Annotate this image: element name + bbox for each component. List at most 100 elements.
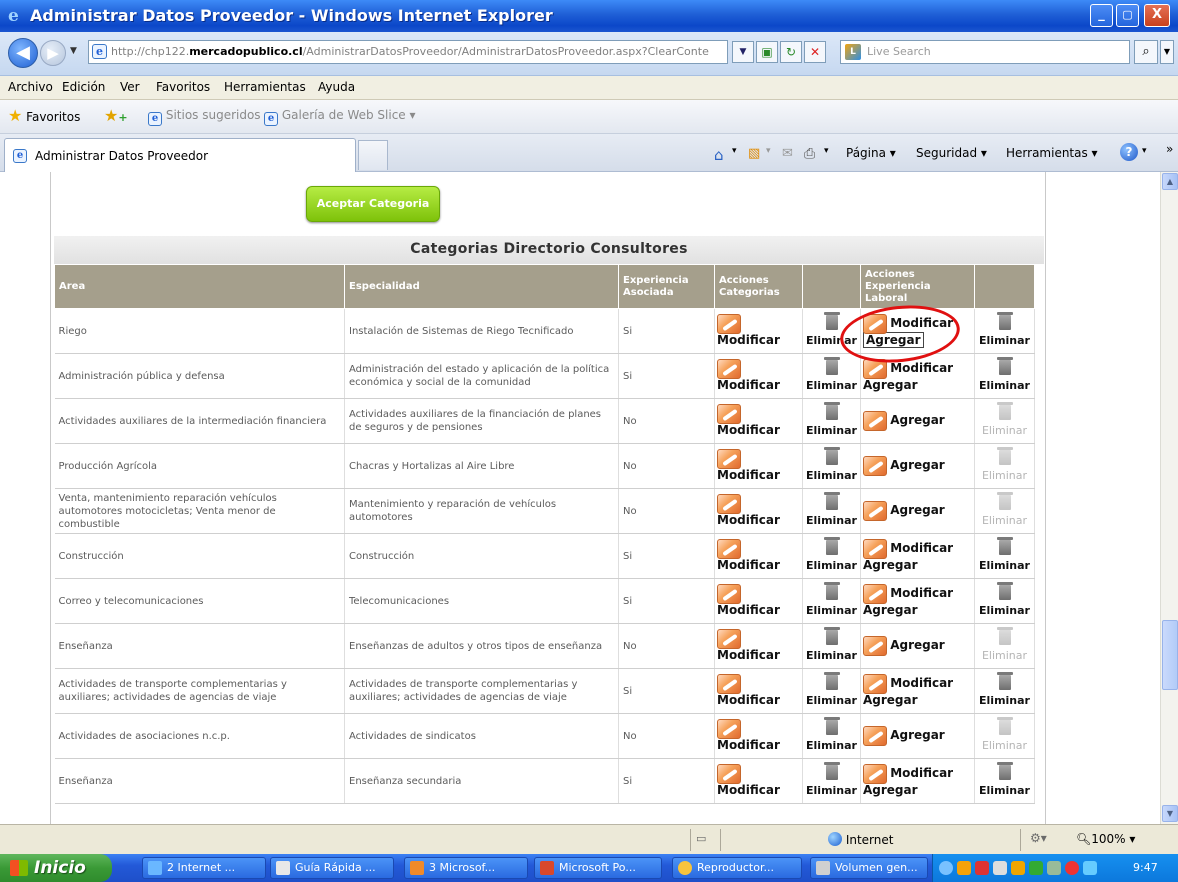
taskbar-item-guia[interactable]: Guía Rápida ... bbox=[270, 857, 394, 879]
taskbar-item-powerpoint[interactable]: Microsoft Po... bbox=[534, 857, 662, 879]
add-experience-button[interactable]: Agregar bbox=[863, 694, 972, 708]
delete-category-button[interactable]: Eliminar bbox=[802, 353, 861, 399]
pagina-menu[interactable]: Página ▾ bbox=[846, 146, 896, 160]
taskbar-item-reproductor[interactable]: Reproductor... bbox=[672, 857, 802, 879]
add-experience-button[interactable]: Agregar bbox=[863, 726, 972, 746]
delete-experience-button[interactable]: Eliminar bbox=[974, 533, 1035, 579]
taskbar-item-internet[interactable]: 2 Internet ... bbox=[142, 857, 266, 879]
modify-experience-button[interactable]: Modificar bbox=[863, 584, 972, 604]
accept-category-button[interactable]: Aceptar Categoria bbox=[306, 186, 440, 222]
back-button[interactable]: ◀ bbox=[8, 38, 38, 68]
delete-category-button[interactable]: Eliminar bbox=[802, 758, 861, 804]
modify-category-button[interactable]: Modificar bbox=[714, 398, 803, 444]
modify-category-button[interactable]: Modificar bbox=[714, 578, 803, 624]
modify-category-button[interactable]: Modificar bbox=[714, 623, 803, 669]
seguridad-menu[interactable]: Seguridad ▾ bbox=[916, 146, 987, 160]
menu-favoritos[interactable]: Favoritos bbox=[156, 80, 210, 94]
modify-category-button[interactable]: Modificar bbox=[714, 488, 803, 534]
tray-status-icon[interactable] bbox=[1029, 861, 1043, 875]
modify-category-button[interactable]: Modificar bbox=[714, 758, 803, 804]
favorites-button[interactable]: ★ Favoritos bbox=[8, 106, 80, 125]
delete-category-button[interactable]: Eliminar bbox=[802, 713, 861, 759]
delete-experience-button[interactable]: Eliminar bbox=[974, 758, 1035, 804]
menu-edicion[interactable]: Edición bbox=[62, 80, 105, 94]
print-dropdown[interactable]: ▾ bbox=[824, 146, 829, 156]
modify-category-button[interactable]: Modificar bbox=[714, 353, 803, 399]
modify-experience-button[interactable]: Modificar bbox=[863, 764, 972, 784]
feeds-icon[interactable]: ▧ bbox=[748, 146, 760, 161]
delete-experience-button[interactable]: Eliminar bbox=[974, 668, 1035, 714]
print-icon[interactable]: ⎙ bbox=[804, 146, 815, 162]
zoom-control[interactable]: 🔍︎100% ▾ bbox=[1076, 832, 1135, 846]
add-experience-button[interactable]: Agregar bbox=[863, 411, 972, 431]
menu-ayuda[interactable]: Ayuda bbox=[318, 80, 355, 94]
close-button[interactable]: X bbox=[1144, 4, 1170, 27]
address-dropdown-button[interactable]: ▼ bbox=[732, 41, 754, 63]
add-experience-button[interactable]: Agregar bbox=[863, 456, 972, 476]
home-icon[interactable]: ⌂ bbox=[714, 146, 724, 164]
modify-category-button[interactable]: Modificar bbox=[714, 713, 803, 759]
delete-experience-button[interactable]: Eliminar bbox=[974, 353, 1035, 399]
delete-category-button[interactable]: Eliminar bbox=[802, 488, 861, 534]
search-icon[interactable]: ⌕ bbox=[1134, 40, 1158, 64]
tray-alert-icon[interactable] bbox=[1065, 861, 1079, 875]
recent-pages-dropdown[interactable]: ▼ bbox=[70, 46, 77, 56]
delete-category-button[interactable]: Eliminar bbox=[802, 578, 861, 624]
scroll-down-arrow[interactable]: ▼ bbox=[1162, 805, 1178, 822]
delete-category-button[interactable]: Eliminar bbox=[802, 668, 861, 714]
home-dropdown[interactable]: ▾ bbox=[732, 146, 737, 156]
tray-monitor-icon[interactable] bbox=[1083, 861, 1097, 875]
tray-volume-icon[interactable] bbox=[1047, 861, 1061, 875]
tab-administrar-datos[interactable]: e Administrar Datos Proveedor bbox=[4, 138, 356, 172]
taskbar-item-microsoft[interactable]: 3 Microsof... bbox=[404, 857, 528, 879]
stop-icon[interactable]: ✕ bbox=[804, 41, 826, 63]
tray-tool-icon[interactable] bbox=[993, 861, 1007, 875]
addon-icon[interactable]: ⚙▾ bbox=[1030, 831, 1047, 845]
delete-experience-button[interactable]: Eliminar bbox=[974, 308, 1035, 354]
taskbar-item-volumen[interactable]: Volumen gen... bbox=[810, 857, 928, 879]
web-slice-gallery-link[interactable]: e Galería de Web Slice ▾ bbox=[264, 108, 416, 126]
chevron-more-icon[interactable]: » bbox=[1166, 142, 1173, 156]
add-experience-button[interactable]: Agregar bbox=[863, 501, 972, 521]
modify-category-button[interactable]: Modificar bbox=[714, 533, 803, 579]
help-dropdown[interactable]: ▾ bbox=[1142, 146, 1147, 156]
feeds-dropdown[interactable]: ▾ bbox=[766, 146, 771, 156]
minimize-button[interactable]: _ bbox=[1090, 4, 1113, 27]
menu-archivo[interactable]: Archivo bbox=[8, 80, 53, 94]
tray-update-icon[interactable] bbox=[1011, 861, 1025, 875]
add-experience-button[interactable]: Agregar bbox=[863, 784, 972, 798]
delete-experience-button[interactable]: Eliminar bbox=[974, 578, 1035, 624]
tray-app-icon[interactable] bbox=[957, 861, 971, 875]
add-experience-button[interactable]: Agregar bbox=[863, 379, 972, 393]
add-experience-button[interactable]: Agregar bbox=[863, 559, 972, 573]
start-button[interactable]: Inicio bbox=[0, 854, 112, 882]
scroll-thumb[interactable] bbox=[1162, 620, 1178, 690]
menu-herramientas[interactable]: Herramientas bbox=[224, 80, 306, 94]
modify-category-button[interactable]: Modificar bbox=[714, 308, 803, 354]
delete-category-button[interactable]: Eliminar bbox=[802, 398, 861, 444]
add-favorite-icon[interactable]: ★+ bbox=[104, 106, 128, 125]
forward-button[interactable]: ▶ bbox=[40, 40, 66, 66]
vertical-scrollbar[interactable]: ▲ ▼ bbox=[1160, 172, 1178, 824]
modify-category-button[interactable]: Modificar bbox=[714, 443, 803, 489]
tray-network-icon[interactable] bbox=[939, 861, 953, 875]
mail-icon[interactable]: ✉ bbox=[782, 146, 793, 161]
suggested-sites-link[interactable]: e Sitios sugeridos ▾ bbox=[148, 108, 270, 126]
tray-shield-icon[interactable] bbox=[975, 861, 989, 875]
add-experience-button[interactable]: Agregar bbox=[863, 604, 972, 618]
new-tab-button[interactable] bbox=[358, 140, 388, 170]
modify-experience-button[interactable]: Modificar bbox=[863, 674, 972, 694]
help-icon[interactable]: ? bbox=[1120, 143, 1138, 161]
menu-ver[interactable]: Ver bbox=[120, 80, 140, 94]
herramientas-menu[interactable]: Herramientas ▾ bbox=[1006, 146, 1098, 160]
delete-category-button[interactable]: Eliminar bbox=[802, 533, 861, 579]
delete-category-button[interactable]: Eliminar bbox=[802, 623, 861, 669]
delete-category-button[interactable]: Eliminar bbox=[802, 443, 861, 489]
compatibility-icon[interactable]: ▣ bbox=[756, 41, 778, 63]
search-input[interactable]: L Live Search bbox=[840, 40, 1130, 64]
refresh-icon[interactable]: ↻ bbox=[780, 41, 802, 63]
search-options-dropdown[interactable]: ▼ bbox=[1160, 40, 1174, 64]
address-input[interactable]: e http://chp122.mercadopublico.cl/Admini… bbox=[88, 40, 728, 64]
modify-category-button[interactable]: Modificar bbox=[714, 668, 803, 714]
add-experience-button[interactable]: Agregar bbox=[863, 636, 972, 656]
